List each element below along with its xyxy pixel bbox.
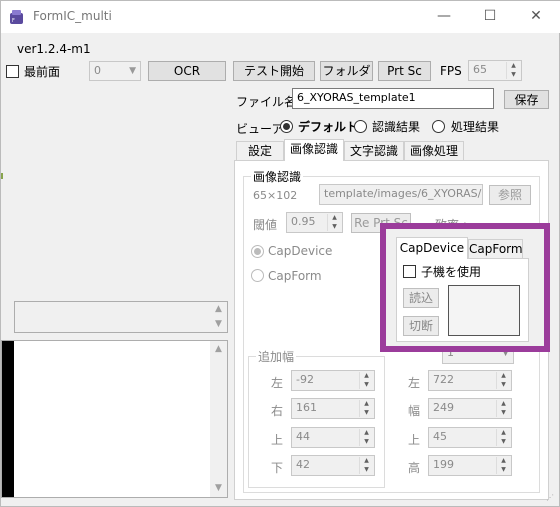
threshold-spinner[interactable]: 0.95 ▲ ▼ — [286, 212, 343, 233]
window-title: FormIC_multi — [33, 9, 112, 23]
browse-button[interactable]: 参照 — [489, 185, 531, 205]
close-button[interactable]: ✕ — [513, 1, 559, 33]
add-left-spin-buttons[interactable]: ▲ ▼ — [359, 372, 373, 389]
tab-image-processing[interactable]: 画像処理 — [404, 141, 464, 161]
pos-height-spin-buttons[interactable]: ▲ ▼ — [496, 457, 510, 474]
viewer-default-radio[interactable] — [280, 120, 293, 133]
viewer-result-label: 認識結果 — [372, 120, 421, 134]
pos-top-spin-buttons[interactable]: ▲ ▼ — [496, 429, 510, 446]
pos-width-spin-buttons[interactable]: ▲ ▼ — [496, 400, 510, 417]
main-window: F FormIC_multi — ☐ ✕ ver1.2.4-m1 最前面 0 ▼… — [0, 0, 560, 507]
image-recognition-group-label: 画像認識 — [251, 168, 304, 185]
log-area[interactable]: ▲ ▼ — [1, 340, 228, 498]
child-device-checkbox[interactable] — [403, 265, 416, 278]
add-bottom-spinner[interactable]: 42 ▲ ▼ — [291, 455, 375, 476]
topmost-checkbox[interactable] — [6, 65, 19, 78]
device-combo-value: 0 — [94, 64, 101, 77]
add-right-spin-buttons[interactable]: ▲ ▼ — [359, 400, 373, 417]
topmost-label: 最前面 — [24, 65, 61, 79]
add-bottom-value: 42 — [296, 458, 310, 471]
log-scrollbar[interactable]: ▲ ▼ — [210, 341, 227, 497]
add-right-value: 161 — [296, 401, 317, 414]
tab-image-recognition[interactable]: 画像認識 — [284, 139, 344, 161]
tab-settings[interactable]: 設定 — [236, 141, 284, 161]
filename-input[interactable]: 6_XYORAS_template1 — [292, 88, 494, 109]
status-scrollbar[interactable]: ▲ ▼ — [210, 302, 227, 332]
popup-tab-capform[interactable]: CapForm — [468, 239, 523, 259]
add-right-label: 右 — [271, 404, 284, 418]
add-top-spin-buttons[interactable]: ▲ ▼ — [359, 429, 373, 446]
app-icon: F — [10, 10, 23, 24]
add-top-spinner[interactable]: 44 ▲ ▼ — [291, 427, 375, 448]
add-bottom-label: 下 — [271, 461, 284, 475]
add-left-label: 左 — [271, 376, 284, 390]
pos-height-label: 高 — [408, 461, 421, 475]
folder-button[interactable]: フォルダ — [320, 61, 373, 81]
device-preview — [448, 285, 520, 336]
status-box: ▲ ▼ — [14, 301, 228, 333]
popup-panel: 子機を使用 読込 切断 — [396, 258, 529, 342]
template-size: 65×102 — [253, 189, 298, 202]
fps-spinner[interactable]: 65 ▲ ▼ — [468, 60, 522, 81]
add-top-value: 44 — [296, 430, 310, 443]
highlight-frame: CapDevice CapForm 子機を使用 読込 切断 — [380, 223, 550, 352]
device-combo[interactable]: 0 ▼ — [89, 61, 141, 81]
add-width-group-label: 追加幅 — [256, 348, 297, 365]
pos-width-spinner[interactable]: 249 ▲ ▼ — [428, 398, 512, 419]
version-label: ver1.2.4-m1 — [17, 42, 91, 56]
disconnect-button[interactable]: 切断 — [403, 316, 439, 336]
threshold-label: 閾値 — [253, 218, 278, 232]
capdevice-radio[interactable] — [251, 245, 264, 258]
maximize-button[interactable]: ☐ — [467, 1, 513, 33]
capform-radio[interactable] — [251, 269, 264, 282]
add-right-spinner[interactable]: 161 ▲ ▼ — [291, 398, 375, 419]
add-top-label: 上 — [271, 433, 284, 447]
add-bottom-spin-buttons[interactable]: ▲ ▼ — [359, 457, 373, 474]
capdevice-radio-label: CapDevice — [268, 244, 333, 258]
minimize-button[interactable]: — — [421, 1, 467, 33]
pos-top-label: 上 — [408, 433, 421, 447]
viewer-result-radio[interactable] — [354, 120, 367, 133]
pos-width-value: 249 — [433, 401, 454, 414]
filename-label: ファイル名 — [236, 95, 297, 109]
threshold-value: 0.95 — [291, 215, 316, 228]
title-bar: F FormIC_multi — ☐ ✕ — [1, 1, 560, 33]
ocr-button[interactable]: OCR — [148, 61, 226, 81]
fps-label: FPS — [440, 64, 462, 78]
pos-left-spin-buttons[interactable]: ▲ ▼ — [496, 372, 510, 389]
svg-text:F: F — [12, 18, 15, 24]
read-button[interactable]: 読込 — [403, 288, 439, 308]
template-path[interactable]: template/images/6_XYORAS/6 — [319, 184, 483, 205]
capform-radio-label: CapForm — [268, 269, 322, 283]
popup-tab-capdevice[interactable]: CapDevice — [396, 237, 468, 259]
pos-left-spinner[interactable]: 722 ▲ ▼ — [428, 370, 512, 391]
prtsc-button[interactable]: Prt Sc — [378, 61, 431, 81]
threshold-spin-buttons[interactable]: ▲ ▼ — [327, 214, 341, 231]
log-margin — [2, 341, 14, 497]
pos-left-value: 722 — [433, 373, 454, 386]
resize-grip-icon[interactable]: ⋰ — [546, 493, 556, 503]
child-device-label: 子機を使用 — [421, 265, 482, 279]
viewer-process-label: 処理結果 — [451, 120, 500, 134]
save-button[interactable]: 保存 — [504, 90, 549, 109]
pos-height-spinner[interactable]: 199 ▲ ▼ — [428, 455, 512, 476]
pos-height-value: 199 — [433, 458, 454, 471]
fps-spin-buttons[interactable]: ▲ ▼ — [506, 62, 520, 79]
viewer-process-radio[interactable] — [432, 120, 445, 133]
tab-text-recognition[interactable]: 文字認識 — [344, 141, 404, 161]
add-left-spinner[interactable]: -92 ▲ ▼ — [291, 370, 375, 391]
viewer-label: ビューア — [236, 122, 284, 136]
pos-width-label: 幅 — [408, 404, 421, 418]
chevron-down-icon: ▼ — [129, 66, 136, 76]
fps-value: 65 — [473, 63, 487, 76]
edge-marker — [1, 173, 3, 179]
test-start-button[interactable]: テスト開始 — [233, 61, 315, 81]
add-left-value: -92 — [296, 373, 314, 386]
pos-left-label: 左 — [408, 376, 421, 390]
pos-top-value: 45 — [433, 430, 447, 443]
viewer-default-label: デフォルト — [298, 120, 359, 134]
pos-top-spinner[interactable]: 45 ▲ ▼ — [428, 427, 512, 448]
